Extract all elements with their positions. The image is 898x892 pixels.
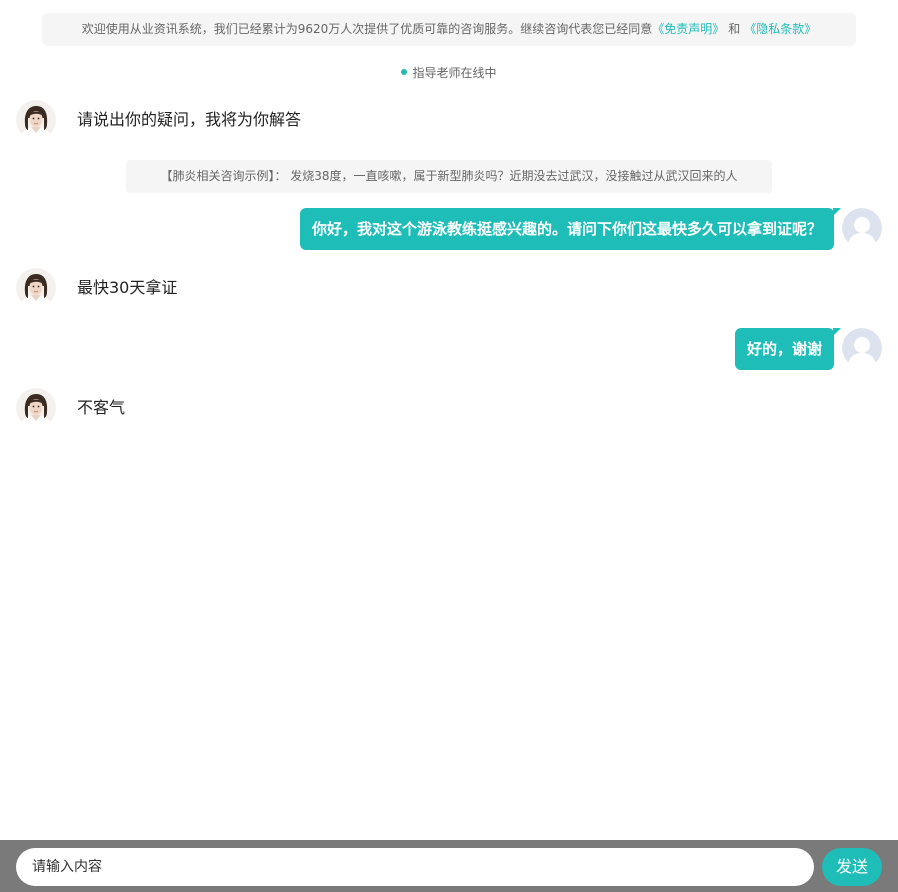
privacy-link[interactable]: 《隐私条款》 <box>744 22 816 36</box>
user-avatar-icon <box>842 328 882 368</box>
online-dot-icon <box>401 69 408 75</box>
user-avatar-icon <box>842 208 882 248</box>
send-button[interactable]: 发送 <box>822 848 882 886</box>
bot-message: 不客气 <box>77 398 126 417</box>
message-input-bar: 发送 <box>0 840 898 892</box>
notice-text: 欢迎使用从业资讯系统，我们已经累计为9620万人次提供了优质可靠的咨询服务。继续… <box>81 22 653 36</box>
status-text: 指导老师在线中 <box>412 66 497 80</box>
bot-message: 请说出你的疑问，我将为你解答 <box>77 110 302 129</box>
bot-message: 最快30天拿证 <box>77 278 178 297</box>
advisor-avatar-icon <box>16 100 56 140</box>
advisor-avatar-icon <box>16 388 56 428</box>
user-message-bubble: 你好，我对这个游泳教练挺感兴趣的。请问下你们这最快多久可以拿到证呢？ <box>299 208 842 250</box>
disclaimer-notice: 欢迎使用从业资讯系统，我们已经累计为9620万人次提供了优质可靠的咨询服务。继续… <box>42 13 856 46</box>
advisor-avatar-icon <box>16 268 56 308</box>
message-input[interactable] <box>16 848 814 886</box>
example-hint: 【肺炎相关咨询示例】： 发烧38度，一直咳嗽，属于新型肺炎吗？近期没去过武汉，没… <box>126 160 772 193</box>
notice-and-text: 和 <box>728 22 741 36</box>
user-message-bubble: 好的，谢谢 <box>734 328 842 370</box>
disclaimer-link[interactable]: 《免责声明》 <box>652 22 724 36</box>
advisor-online-status: 指导老师在线中 <box>0 64 898 82</box>
